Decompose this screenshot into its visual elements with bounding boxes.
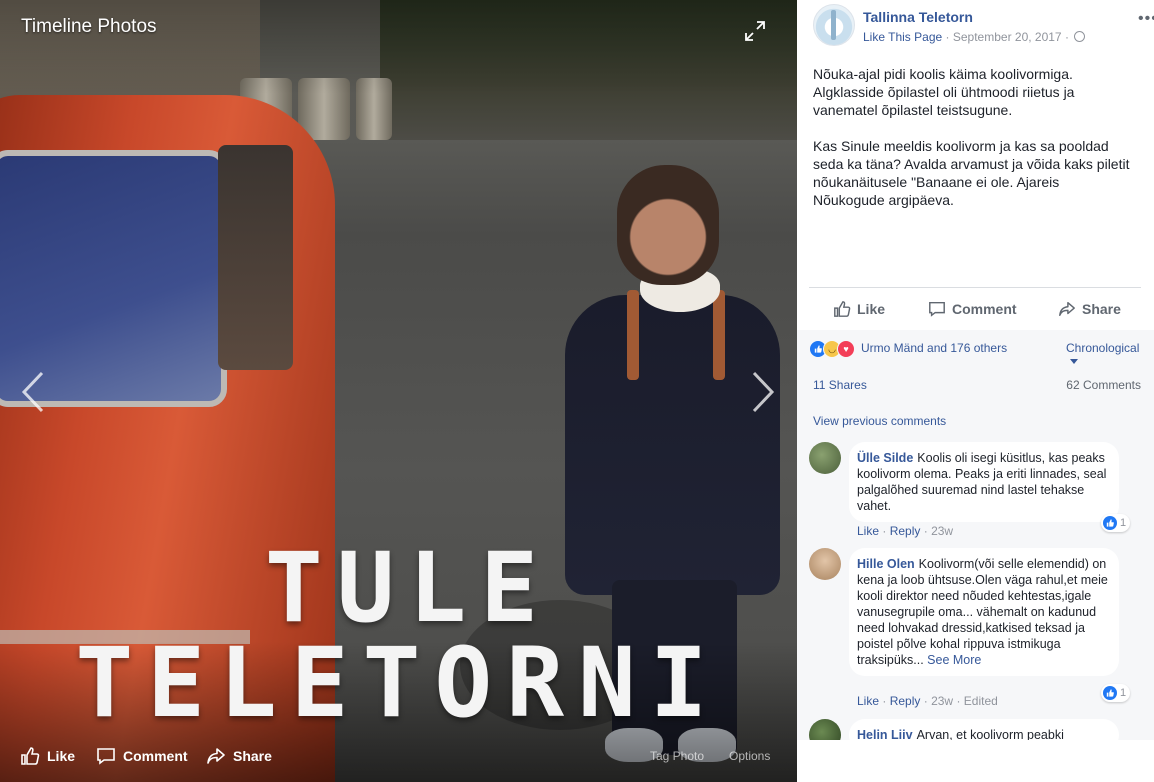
like-page-link[interactable]: Like This Page	[863, 30, 942, 44]
post-comment-label: Comment	[952, 301, 1017, 317]
action-separator: ·	[923, 524, 932, 538]
comment-reaction-count[interactable]: 1	[1101, 684, 1131, 702]
commenter-avatar[interactable]	[809, 548, 841, 580]
comment-reaction-number: 1	[1120, 687, 1127, 699]
comment-bubble: Hille Olen Koolivorm(või selle elemendid)…	[849, 548, 1119, 676]
post-meta: Like This Page · September 20, 2017 ·	[863, 30, 1086, 44]
action-separator: ·	[882, 524, 890, 538]
shares-count-link[interactable]: 11 Shares	[813, 378, 867, 392]
comment-time[interactable]: 23w	[931, 524, 953, 538]
post-paragraph: Kas Sinule meeldis koolivorm ja kas sa p…	[813, 138, 1130, 208]
comment-edited-label[interactable]: Edited	[964, 694, 998, 708]
options-link[interactable]: Options	[729, 749, 770, 763]
meta-separator: ·	[945, 30, 953, 44]
more-options-icon[interactable]: •••	[1138, 10, 1154, 28]
viewer-like-button[interactable]: Like	[20, 746, 75, 766]
post-paragraph: Nõuka-ajal pidi koolis käima koolivormig…	[813, 66, 1075, 118]
comment-reaction-count[interactable]: 1	[1101, 514, 1131, 532]
comments-count-link[interactable]: 62 Comments	[1066, 378, 1141, 392]
thumbs-up-icon	[834, 301, 851, 317]
share-icon	[1059, 301, 1075, 317]
comment-text: Koolivorm(või selle elemendid) on kena j…	[857, 557, 1108, 667]
photo-viewer: TULE TELETORNI Timeline Photos Like Comm…	[0, 0, 797, 782]
reactions-summary: ◡ ♥ Urmo Mänd and 176 others Chronologic…	[809, 340, 1149, 364]
comment-actions: Like · Reply · 23w	[857, 524, 953, 538]
comment-time[interactable]: 23w	[931, 694, 953, 708]
comment-icon	[97, 748, 115, 765]
comment-like-link[interactable]: Like	[857, 524, 879, 538]
share-icon	[207, 748, 225, 764]
chevron-down-icon	[1070, 359, 1078, 364]
commenter-avatar[interactable]	[809, 442, 841, 474]
viewer-like-label: Like	[47, 748, 76, 764]
comment-actions: Like · Reply · 23w · Edited	[857, 694, 998, 708]
comment-bubble: Helin Liiv Arvan, et koolivorm peabki	[849, 719, 1119, 740]
viewer-comment-label: Comment	[123, 748, 188, 764]
post-like-button[interactable]: Like	[833, 294, 885, 324]
photo[interactable]: TULE TELETORNI	[0, 0, 797, 782]
see-more-link[interactable]: See More	[927, 653, 981, 667]
expand-icon[interactable]	[744, 20, 766, 42]
divider	[809, 287, 1141, 288]
next-photo-arrow-icon[interactable]	[748, 370, 778, 414]
love-reaction-icon[interactable]: ♥	[837, 340, 855, 358]
action-separator: ·	[956, 694, 964, 708]
comment-text: Arvan, et koolivorm peabki	[916, 728, 1064, 740]
comment-sort-dropdown[interactable]: Chronological	[1066, 341, 1149, 369]
previous-photo-arrow-icon[interactable]	[18, 370, 48, 414]
viewer-share-label: Share	[233, 748, 272, 764]
comment-bubble: Ülle Silde Koolis oli isegi küsitlus, kas…	[849, 442, 1119, 522]
post-like-label: Like	[857, 301, 886, 317]
comment-reply-link[interactable]: Reply	[890, 524, 921, 538]
thumbs-up-icon	[21, 747, 40, 765]
commenter-avatar[interactable]	[809, 719, 841, 740]
viewer-share-button[interactable]: Share	[206, 746, 272, 766]
comment-reply-link[interactable]: Reply	[890, 694, 921, 708]
reactions-names-link[interactable]: Urmo Mänd and 176 others	[861, 341, 1007, 355]
post-comment-button[interactable]: Comment	[928, 294, 1017, 324]
action-separator: ·	[923, 694, 932, 708]
tag-photo-link[interactable]: Tag Photo	[650, 749, 704, 763]
post-header: Tallinna Teletorn Like This Page · Septe…	[813, 4, 1154, 48]
page-name-link[interactable]: Tallinna Teletorn	[863, 9, 973, 25]
comment-icon	[929, 301, 945, 317]
action-separator: ·	[882, 694, 890, 708]
post-action-bar: Like Comment Share	[809, 294, 1141, 324]
comment: Helin Liiv Arvan, et koolivorm peabki	[809, 719, 1139, 740]
comment-sort-label: Chronological	[1066, 341, 1140, 355]
comment-author-link[interactable]: Helin Liiv	[857, 728, 913, 740]
viewer-title: Timeline Photos	[21, 16, 157, 37]
view-previous-comments-link[interactable]: View previous comments	[813, 414, 946, 428]
post-panel: Tallinna Teletorn Like This Page · Septe…	[797, 0, 1154, 782]
post-share-label: Share	[1082, 301, 1121, 317]
comment-like-link[interactable]: Like	[857, 694, 879, 708]
page-avatar[interactable]	[813, 4, 855, 46]
post-date[interactable]: September 20, 2017	[953, 30, 1062, 44]
panel-footer	[797, 740, 1154, 782]
like-reaction-icon	[1103, 516, 1117, 530]
photo-overlay-text-line1: TULE	[264, 532, 553, 644]
photo-overlay-text-line2: TELETORNI	[75, 627, 722, 739]
viewer-action-bar: Like Comment Share Tag Photo Options	[0, 730, 797, 782]
comment-reaction-number: 1	[1120, 517, 1127, 529]
globe-icon	[1074, 31, 1086, 42]
comment-author-link[interactable]: Hille Olen	[857, 557, 915, 571]
like-reaction-icon	[1103, 686, 1117, 700]
comment-author-link[interactable]: Ülle Silde	[857, 451, 913, 465]
meta-separator: ·	[1064, 30, 1073, 44]
post-share-button[interactable]: Share	[1058, 294, 1121, 324]
viewer-comment-button[interactable]: Comment	[96, 746, 188, 766]
post-text: Nõuka-ajal pidi koolis käima koolivormig…	[813, 65, 1133, 227]
